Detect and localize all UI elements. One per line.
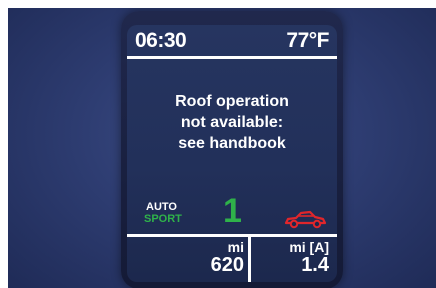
message-line-3: see handbook	[178, 135, 286, 152]
warning-message: Roof operation not available: see handbo…	[127, 91, 337, 154]
top-divider	[127, 56, 337, 59]
odometer-divider	[248, 237, 251, 282]
message-line-2: not available:	[180, 114, 284, 131]
dashboard-background: 06:30 77°F Roof operation not available:…	[8, 8, 436, 288]
message-line-1: Roof operation	[175, 93, 289, 110]
outside-temperature: 77°F	[286, 29, 329, 52]
odometer-unit: mi	[227, 239, 244, 255]
clock-time: 06:30	[135, 29, 187, 52]
mode-auto-label: AUTO	[146, 201, 177, 213]
gear-indicator: 1	[223, 192, 242, 230]
trip-unit: mi [A]	[289, 239, 329, 255]
instrument-display: 06:30 77°F Roof operation not available:…	[127, 25, 337, 282]
bottom-divider	[127, 234, 337, 237]
odometer-value: 620	[210, 254, 244, 276]
trip-value: 1.4	[301, 254, 329, 276]
convertible-car-icon	[284, 210, 327, 229]
mode-sport-label: SPORT	[144, 213, 182, 225]
